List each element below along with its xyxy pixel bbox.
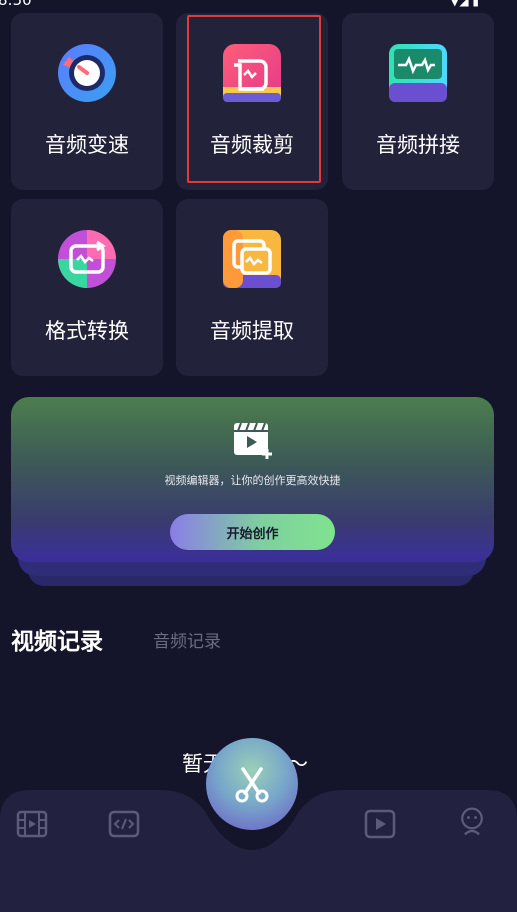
speed-dial-icon (58, 44, 116, 102)
start-create-button[interactable]: 开始创作 (170, 514, 335, 550)
tool-card-audio-speed[interactable]: 音频变速 (11, 13, 163, 190)
film-icon[interactable] (16, 808, 48, 840)
tab-audio-records[interactable]: 音频记录 (153, 627, 221, 652)
scissors-button[interactable] (206, 738, 298, 830)
format-convert-icon (58, 230, 116, 288)
status-icons: ▼◢ ▮ (450, 0, 479, 8)
profile-icon[interactable] (456, 806, 488, 838)
code-icon[interactable] (108, 808, 140, 840)
tool-label: 音频拼接 (376, 133, 460, 157)
waveform-join-icon (389, 44, 447, 102)
tool-card-format-convert[interactable]: 格式转换 (11, 199, 163, 376)
tool-label: 音频变速 (45, 133, 129, 157)
selection-highlight (187, 15, 321, 183)
scissors-icon (235, 767, 269, 803)
tool-card-audio-extract[interactable]: 音频提取 (176, 199, 328, 376)
tool-label: 格式转换 (45, 319, 129, 343)
tool-card-audio-join[interactable]: 音频拼接 (342, 13, 494, 190)
audio-extract-icon (223, 230, 281, 288)
banner-subtitle: 视频编辑器，让你的创作更高效快捷 (164, 474, 341, 487)
tab-video-records[interactable]: 视频记录 (11, 622, 103, 656)
create-banner: 视频编辑器，让你的创作更高效快捷 开始创作 (11, 397, 494, 562)
status-bar: 8:50 ▼◢ ▮ (0, 0, 517, 10)
play-icon[interactable] (364, 808, 396, 840)
tool-label: 音频提取 (210, 319, 294, 343)
status-time: 8:50 (0, 0, 32, 9)
video-add-icon (234, 422, 272, 459)
